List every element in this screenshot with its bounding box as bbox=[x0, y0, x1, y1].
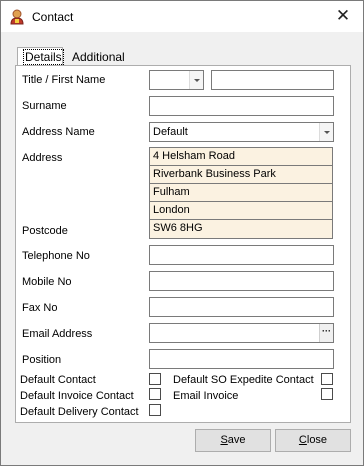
title-bar: Contact ✕ bbox=[1, 1, 363, 32]
contact-app-icon bbox=[10, 9, 24, 25]
details-panel: Title / First Name Surname Address Name … bbox=[15, 65, 351, 423]
email-label: Email Address bbox=[22, 328, 93, 340]
address-line-1[interactable]: 4 Helsham Road bbox=[150, 148, 332, 166]
default-contact-checkbox[interactable] bbox=[149, 373, 161, 385]
save-button[interactable]: Save bbox=[195, 429, 271, 452]
default-contact-label: Default Contact bbox=[20, 374, 96, 386]
position-input[interactable] bbox=[149, 349, 334, 369]
close-window-button[interactable]: ✕ bbox=[333, 6, 353, 26]
telephone-label: Telephone No bbox=[22, 250, 90, 262]
email-browse-button[interactable]: ··· bbox=[319, 324, 333, 342]
fax-input[interactable] bbox=[149, 297, 334, 317]
address-line-3[interactable]: Fulham bbox=[150, 184, 332, 202]
address-name-value: Default bbox=[153, 126, 188, 138]
close-mnemonic: C bbox=[298, 434, 307, 446]
email-invoice-label: Email Invoice bbox=[173, 390, 239, 402]
close-label-rest: lose bbox=[306, 434, 328, 446]
default-so-expedite-contact-checkbox[interactable] bbox=[321, 373, 333, 385]
default-delivery-contact-checkbox[interactable] bbox=[149, 404, 161, 416]
title-first-name-label: Title / First Name bbox=[22, 74, 106, 86]
tab-details[interactable]: Details bbox=[17, 47, 64, 67]
default-delivery-contact-label: Default Delivery Contact bbox=[20, 406, 139, 418]
fax-label: Fax No bbox=[22, 302, 58, 314]
title-dropdown-icon[interactable] bbox=[189, 71, 203, 89]
save-label-rest: ave bbox=[227, 434, 246, 446]
contact-window: Contact ✕ Details Additional Info Title … bbox=[0, 0, 364, 466]
tab-details-label: Details bbox=[23, 49, 64, 65]
address-lines: 4 Helsham Road Riverbank Business Park F… bbox=[149, 147, 333, 239]
address-name-dropdown-icon[interactable] bbox=[319, 123, 333, 141]
close-button[interactable]: Close bbox=[275, 429, 351, 452]
position-label: Position bbox=[22, 354, 62, 366]
address-line-2[interactable]: Riverbank Business Park bbox=[150, 166, 332, 184]
surname-input[interactable] bbox=[149, 96, 334, 116]
window-title: Contact bbox=[32, 10, 74, 24]
save-mnemonic: S bbox=[220, 434, 228, 446]
email-input[interactable]: ··· bbox=[149, 323, 334, 343]
address-name-label: Address Name bbox=[22, 126, 95, 138]
default-invoice-contact-label: Default Invoice Contact bbox=[20, 390, 134, 402]
default-invoice-contact-checkbox[interactable] bbox=[149, 388, 161, 400]
mobile-label: Mobile No bbox=[22, 276, 72, 288]
email-invoice-checkbox[interactable] bbox=[321, 388, 333, 400]
default-so-expedite-contact-label: Default SO Expedite Contact bbox=[173, 374, 314, 386]
address-label: Address bbox=[22, 152, 63, 164]
title-combo[interactable] bbox=[149, 70, 204, 90]
postcode-label: Postcode bbox=[22, 225, 68, 237]
surname-label: Surname bbox=[22, 100, 67, 112]
mobile-input[interactable] bbox=[149, 271, 334, 291]
address-postcode[interactable]: SW6 8HG bbox=[150, 220, 332, 238]
address-name-combo[interactable]: Default bbox=[149, 122, 334, 142]
first-name-input[interactable] bbox=[211, 70, 334, 90]
telephone-input[interactable] bbox=[149, 245, 334, 265]
address-line-4[interactable]: London bbox=[150, 202, 332, 220]
